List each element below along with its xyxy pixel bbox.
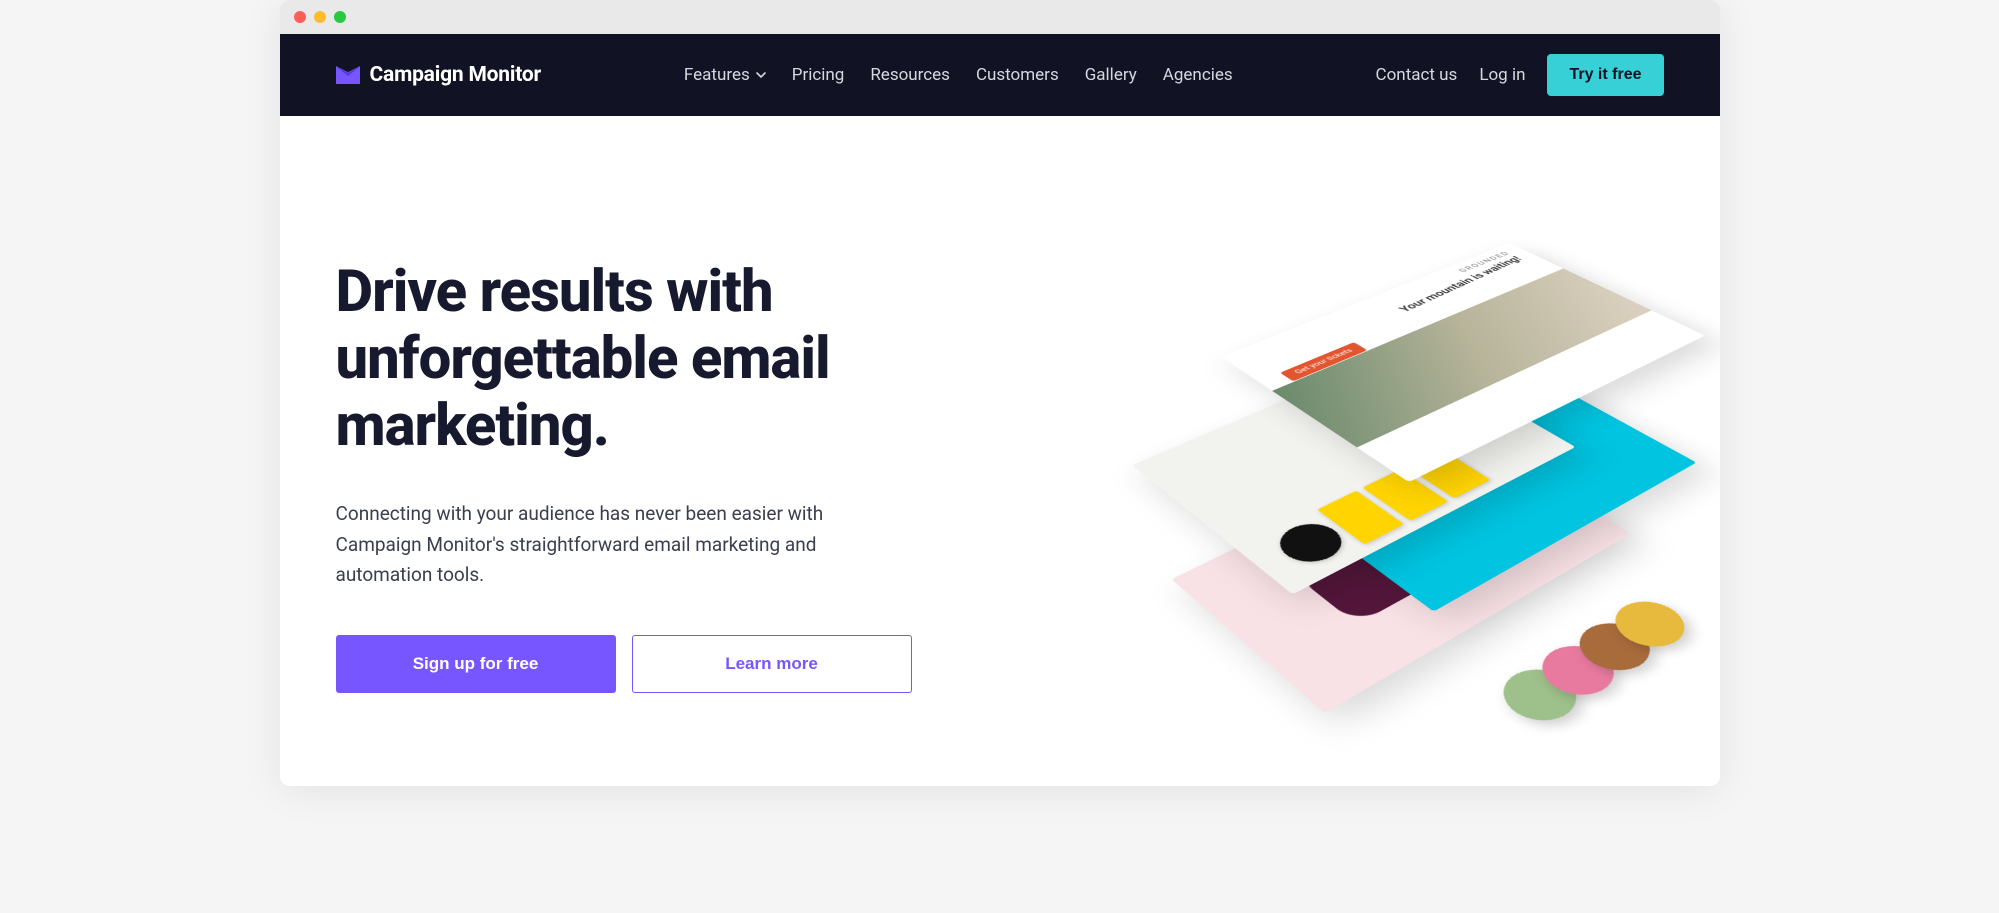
logo-mark-icon — [336, 66, 360, 84]
nav-item-label: Agencies — [1163, 65, 1233, 85]
nav-item-label: Pricing — [792, 65, 845, 85]
nav-item-label: Resources — [870, 65, 950, 85]
nav-item-label: Customers — [976, 65, 1059, 85]
nav-item-label: Features — [684, 65, 750, 85]
contact-link[interactable]: Contact us — [1376, 65, 1458, 85]
login-link[interactable]: Log in — [1479, 65, 1525, 85]
nav-item-features[interactable]: Features — [684, 65, 766, 85]
nav-item-pricing[interactable]: Pricing — [792, 65, 845, 85]
try-it-free-button[interactable]: Try it free — [1547, 54, 1663, 96]
nav-item-gallery[interactable]: Gallery — [1085, 65, 1137, 85]
email-template-stack: Products GROUNDED Your mountain is waiti… — [1066, 226, 1663, 726]
brand-name: Campaign Monitor — [370, 63, 542, 87]
template-card-top: GROUNDED Your mountain is waiting! Get y… — [1221, 243, 1705, 482]
hero-copy: Drive results with unforgettable email m… — [336, 259, 1027, 692]
nav-item-customers[interactable]: Customers — [976, 65, 1059, 85]
hero-section: Drive results with unforgettable email m… — [280, 116, 1720, 786]
browser-title-bar — [280, 0, 1720, 34]
template-brand: GROUNDED — [1457, 250, 1513, 273]
nav-item-resources[interactable]: Resources — [870, 65, 950, 85]
window-maximize-icon[interactable] — [334, 11, 346, 23]
brand-logo[interactable]: Campaign Monitor — [336, 63, 542, 87]
chevron-down-icon — [756, 70, 766, 80]
learn-more-button[interactable]: Learn more — [632, 635, 912, 693]
window-close-icon[interactable] — [294, 11, 306, 23]
hero-illustration: Products GROUNDED Your mountain is waiti… — [1066, 226, 1663, 726]
hero-cta-row: Sign up for free Learn more — [336, 635, 1027, 693]
nav-item-agencies[interactable]: Agencies — [1163, 65, 1233, 85]
nav-primary: Features Pricing Resources Customers Gal… — [684, 65, 1233, 85]
browser-window: Campaign Monitor Features Pricing Resour… — [280, 0, 1720, 786]
nav-item-label: Gallery — [1085, 65, 1137, 85]
hero-title: Drive results with unforgettable email m… — [336, 259, 1027, 459]
main-navbar: Campaign Monitor Features Pricing Resour… — [280, 34, 1720, 116]
window-minimize-icon[interactable] — [314, 11, 326, 23]
signup-button[interactable]: Sign up for free — [336, 635, 616, 693]
hero-subtitle: Connecting with your audience has never … — [336, 499, 856, 590]
nav-secondary: Contact us Log in Try it free — [1376, 54, 1664, 96]
macaron-cluster-icon — [1503, 602, 1687, 723]
template-headline: Your mountain is waiting! — [1396, 254, 1525, 313]
